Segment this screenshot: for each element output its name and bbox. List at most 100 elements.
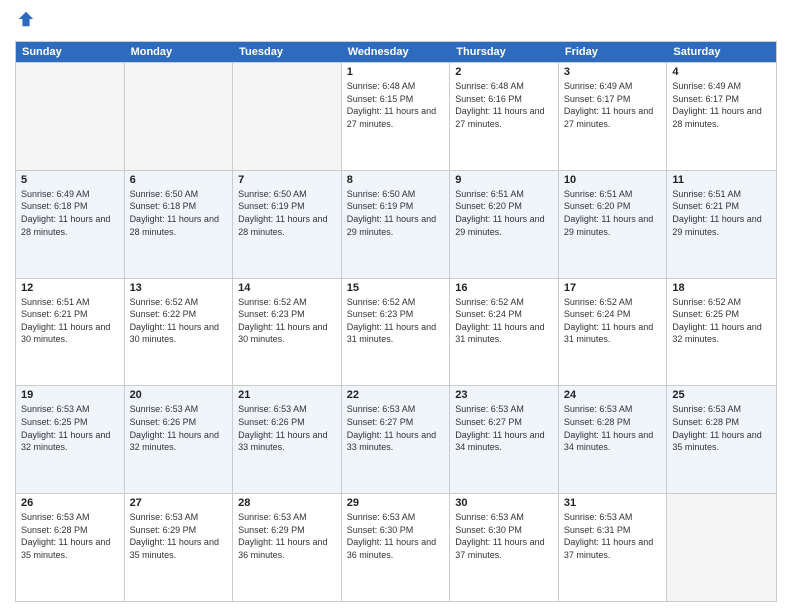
day-number: 18: [672, 282, 771, 294]
day-info: Sunrise: 6:53 AMSunset: 6:29 PMDaylight:…: [238, 511, 336, 561]
day-info: Sunrise: 6:49 AMSunset: 6:17 PMDaylight:…: [564, 80, 662, 130]
day-number: 23: [455, 389, 553, 401]
day-info: Sunrise: 6:53 AMSunset: 6:27 PMDaylight:…: [455, 403, 553, 453]
day-number: 17: [564, 282, 662, 294]
calendar-cell: 12 Sunrise: 6:51 AMSunset: 6:21 PMDayligh…: [16, 279, 125, 386]
calendar-header-cell: Monday: [125, 42, 234, 62]
day-number: 10: [564, 174, 662, 186]
calendar-cell: 8 Sunrise: 6:50 AMSunset: 6:19 PMDaylight…: [342, 171, 451, 278]
calendar-cell: 15 Sunrise: 6:52 AMSunset: 6:23 PMDayligh…: [342, 279, 451, 386]
day-info: Sunrise: 6:50 AMSunset: 6:18 PMDaylight:…: [130, 188, 228, 238]
day-info: Sunrise: 6:50 AMSunset: 6:19 PMDaylight:…: [347, 188, 445, 238]
day-info: Sunrise: 6:53 AMSunset: 6:31 PMDaylight:…: [564, 511, 662, 561]
day-number: 27: [130, 497, 228, 509]
day-info: Sunrise: 6:52 AMSunset: 6:23 PMDaylight:…: [347, 296, 445, 346]
calendar-cell: 3 Sunrise: 6:49 AMSunset: 6:17 PMDaylight…: [559, 63, 668, 170]
calendar-cell: 19Sunrise: 6:53 AMSunset: 6:25 PMDayligh…: [16, 386, 125, 493]
day-info: Sunrise: 6:53 AMSunset: 6:30 PMDaylight:…: [455, 511, 553, 561]
calendar: SundayMondayTuesdayWednesdayThursdayFrid…: [15, 41, 777, 602]
calendar-cell: 26Sunrise: 6:53 AMSunset: 6:28 PMDayligh…: [16, 494, 125, 601]
day-number: 4: [672, 66, 771, 78]
calendar-cell: 20 Sunrise: 6:53 AMSunset: 6:26 PMDayligh…: [125, 386, 234, 493]
calendar-cell: 22Sunrise: 6:53 AMSunset: 6:27 PMDayligh…: [342, 386, 451, 493]
calendar-cell: 5 Sunrise: 6:49 AMSunset: 6:18 PMDaylight…: [16, 171, 125, 278]
day-info: Sunrise: 6:53 AMSunset: 6:30 PMDaylight:…: [347, 511, 445, 561]
calendar-cell: 11Sunrise: 6:51 AMSunset: 6:21 PMDayligh…: [667, 171, 776, 278]
calendar-cell: 10 Sunrise: 6:51 AMSunset: 6:20 PMDayligh…: [559, 171, 668, 278]
day-number: 14: [238, 282, 336, 294]
day-info: Sunrise: 6:51 AMSunset: 6:21 PMDaylight:…: [672, 188, 771, 238]
day-number: 21: [238, 389, 336, 401]
day-info: Sunrise: 6:53 AMSunset: 6:26 PMDaylight:…: [238, 403, 336, 453]
day-number: 22: [347, 389, 445, 401]
calendar-week: 12 Sunrise: 6:51 AMSunset: 6:21 PMDayligh…: [16, 278, 776, 386]
calendar-cell: 16 Sunrise: 6:52 AMSunset: 6:24 PMDayligh…: [450, 279, 559, 386]
calendar-cell: 14 Sunrise: 6:52 AMSunset: 6:23 PMDayligh…: [233, 279, 342, 386]
calendar-cell: 2 Sunrise: 6:48 AMSunset: 6:16 PMDaylight…: [450, 63, 559, 170]
day-number: 2: [455, 66, 553, 78]
calendar-week: 26Sunrise: 6:53 AMSunset: 6:28 PMDayligh…: [16, 493, 776, 601]
day-number: 19: [21, 389, 119, 401]
day-number: 15: [347, 282, 445, 294]
calendar-cell: 24 Sunrise: 6:53 AMSunset: 6:28 PMDayligh…: [559, 386, 668, 493]
day-info: Sunrise: 6:52 AMSunset: 6:24 PMDaylight:…: [564, 296, 662, 346]
calendar-cell: 7Sunrise: 6:50 AMSunset: 6:19 PMDaylight…: [233, 171, 342, 278]
calendar-header-cell: Tuesday: [233, 42, 342, 62]
day-info: Sunrise: 6:53 AMSunset: 6:29 PMDaylight:…: [130, 511, 228, 561]
day-info: Sunrise: 6:49 AMSunset: 6:17 PMDaylight:…: [672, 80, 771, 130]
day-number: 1: [347, 66, 445, 78]
calendar-header-cell: Sunday: [16, 42, 125, 62]
day-number: 16: [455, 282, 553, 294]
day-info: Sunrise: 6:48 AMSunset: 6:15 PMDaylight:…: [347, 80, 445, 130]
calendar-header-cell: Saturday: [667, 42, 776, 62]
day-number: 24: [564, 389, 662, 401]
calendar-header-cell: Wednesday: [342, 42, 451, 62]
calendar-week: 1 Sunrise: 6:48 AMSunset: 6:15 PMDaylight…: [16, 62, 776, 170]
logo-icon: [17, 10, 35, 28]
calendar-cell: 27 Sunrise: 6:53 AMSunset: 6:29 PMDayligh…: [125, 494, 234, 601]
calendar-cell: [125, 63, 234, 170]
day-number: 8: [347, 174, 445, 186]
day-number: 9: [455, 174, 553, 186]
day-info: Sunrise: 6:52 AMSunset: 6:23 PMDaylight:…: [238, 296, 336, 346]
calendar-cell: 18Sunrise: 6:52 AMSunset: 6:25 PMDayligh…: [667, 279, 776, 386]
day-info: Sunrise: 6:53 AMSunset: 6:26 PMDaylight:…: [130, 403, 228, 453]
day-number: 5: [21, 174, 119, 186]
day-info: Sunrise: 6:49 AMSunset: 6:18 PMDaylight:…: [21, 188, 119, 238]
day-info: Sunrise: 6:50 AMSunset: 6:19 PMDaylight:…: [238, 188, 336, 238]
calendar-cell: 23 Sunrise: 6:53 AMSunset: 6:27 PMDayligh…: [450, 386, 559, 493]
day-info: Sunrise: 6:51 AMSunset: 6:21 PMDaylight:…: [21, 296, 119, 346]
calendar-cell: 17 Sunrise: 6:52 AMSunset: 6:24 PMDayligh…: [559, 279, 668, 386]
calendar-cell: [667, 494, 776, 601]
day-info: Sunrise: 6:48 AMSunset: 6:16 PMDaylight:…: [455, 80, 553, 130]
day-number: 12: [21, 282, 119, 294]
calendar-cell: 21 Sunrise: 6:53 AMSunset: 6:26 PMDayligh…: [233, 386, 342, 493]
day-number: 6: [130, 174, 228, 186]
calendar-week: 5 Sunrise: 6:49 AMSunset: 6:18 PMDaylight…: [16, 170, 776, 278]
day-info: Sunrise: 6:53 AMSunset: 6:28 PMDaylight:…: [672, 403, 771, 453]
day-info: Sunrise: 6:53 AMSunset: 6:28 PMDaylight:…: [564, 403, 662, 453]
calendar-week: 19Sunrise: 6:53 AMSunset: 6:25 PMDayligh…: [16, 385, 776, 493]
day-number: 29: [347, 497, 445, 509]
calendar-header-cell: Friday: [559, 42, 668, 62]
day-info: Sunrise: 6:51 AMSunset: 6:20 PMDaylight:…: [455, 188, 553, 238]
day-info: Sunrise: 6:52 AMSunset: 6:24 PMDaylight:…: [455, 296, 553, 346]
day-number: 30: [455, 497, 553, 509]
page: SundayMondayTuesdayWednesdayThursdayFrid…: [0, 0, 792, 612]
day-info: Sunrise: 6:51 AMSunset: 6:20 PMDaylight:…: [564, 188, 662, 238]
logo: [15, 10, 35, 33]
calendar-header: SundayMondayTuesdayWednesdayThursdayFrid…: [16, 42, 776, 62]
calendar-cell: 29 Sunrise: 6:53 AMSunset: 6:30 PMDayligh…: [342, 494, 451, 601]
calendar-header-cell: Thursday: [450, 42, 559, 62]
calendar-cell: 30 Sunrise: 6:53 AMSunset: 6:30 PMDayligh…: [450, 494, 559, 601]
calendar-cell: 6 Sunrise: 6:50 AMSunset: 6:18 PMDaylight…: [125, 171, 234, 278]
calendar-cell: 25Sunrise: 6:53 AMSunset: 6:28 PMDayligh…: [667, 386, 776, 493]
header: [15, 10, 777, 33]
day-number: 26: [21, 497, 119, 509]
calendar-cell: 31Sunrise: 6:53 AMSunset: 6:31 PMDayligh…: [559, 494, 668, 601]
calendar-cell: [233, 63, 342, 170]
day-number: 28: [238, 497, 336, 509]
day-number: 3: [564, 66, 662, 78]
day-number: 20: [130, 389, 228, 401]
day-info: Sunrise: 6:52 AMSunset: 6:22 PMDaylight:…: [130, 296, 228, 346]
